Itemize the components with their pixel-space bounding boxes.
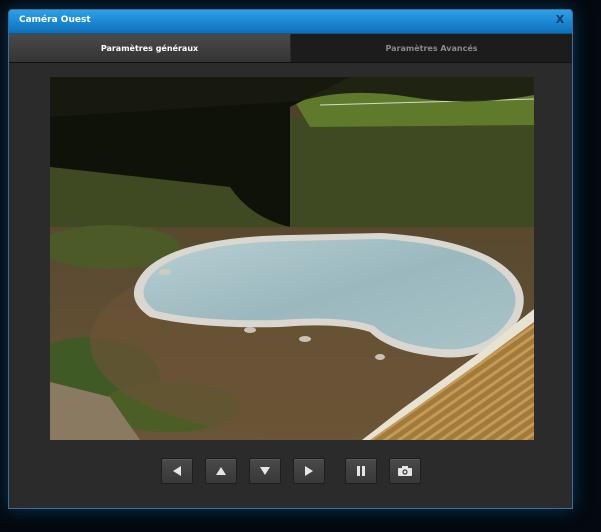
window-title: Caméra Ouest bbox=[19, 15, 91, 25]
arrow-right-icon bbox=[304, 466, 313, 476]
camera-video-feed bbox=[50, 77, 534, 440]
tilt-up-button[interactable] bbox=[204, 458, 237, 484]
arrow-up-icon bbox=[215, 467, 226, 475]
camera-image bbox=[50, 77, 534, 440]
pan-left-button[interactable] bbox=[160, 458, 193, 484]
camera-window: Caméra Ouest X Paramètres généraux Param… bbox=[8, 9, 573, 509]
tab-bar: Paramètres généraux Paramètres Avancés bbox=[9, 34, 572, 63]
window-titlebar[interactable]: Caméra Ouest X bbox=[9, 10, 572, 34]
ptz-controls bbox=[9, 458, 572, 484]
close-icon[interactable]: X bbox=[554, 14, 566, 26]
pause-button[interactable] bbox=[344, 458, 377, 484]
tab-advanced-settings[interactable]: Paramètres Avancés bbox=[290, 34, 572, 62]
tilt-down-button[interactable] bbox=[248, 458, 281, 484]
camera-icon bbox=[397, 466, 412, 476]
arrow-down-icon bbox=[259, 467, 270, 475]
arrow-left-icon bbox=[172, 466, 181, 476]
tab-general-settings[interactable]: Paramètres généraux bbox=[9, 34, 290, 62]
snapshot-button[interactable] bbox=[388, 458, 421, 484]
pan-right-button[interactable] bbox=[292, 458, 325, 484]
pause-icon bbox=[356, 466, 365, 476]
